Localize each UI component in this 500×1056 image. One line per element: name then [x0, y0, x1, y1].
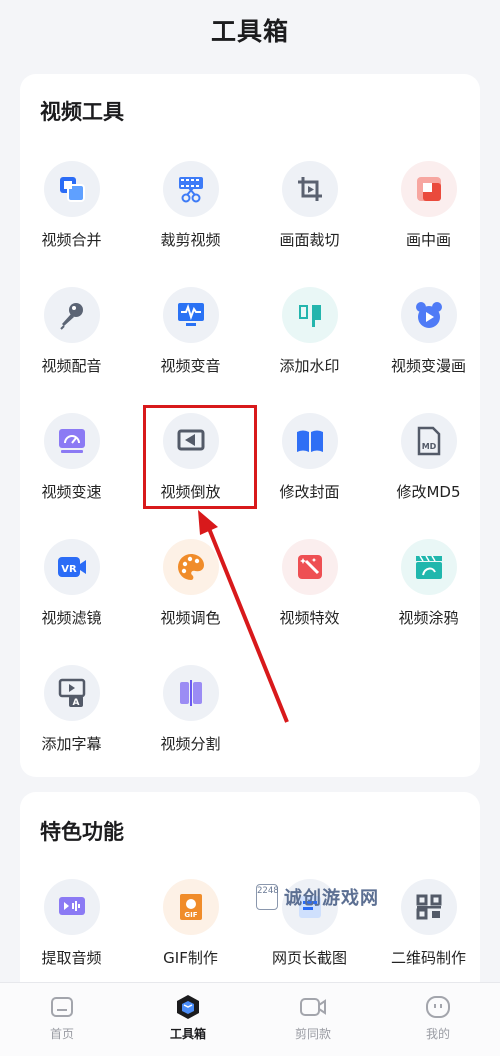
tool-video-merge[interactable]: 视频合并: [14, 156, 129, 266]
tool-label: 修改封面: [279, 483, 340, 501]
tab-template-edit[interactable]: 剪同款: [273, 993, 353, 1042]
book-icon: [281, 413, 338, 469]
bear-play-icon: [400, 287, 457, 343]
tool-filter[interactable]: VR 视频滤镜: [14, 534, 129, 644]
app-header: 工具箱: [0, 0, 500, 60]
vr-camera-icon: VR: [43, 539, 100, 595]
tool-voice-change[interactable]: 视频变音: [133, 282, 248, 392]
tool-graffiti[interactable]: 视频涂鸦: [371, 534, 486, 644]
video-camera-icon: [300, 998, 326, 1016]
merge-icon: [43, 161, 100, 217]
tool-split[interactable]: 视频分割: [133, 660, 248, 770]
toolbox-icon: [177, 995, 199, 1019]
tool-edit-cover[interactable]: 修改封面: [252, 408, 367, 518]
tool-video-to-comic[interactable]: 视频变漫画: [371, 282, 486, 392]
md-file-icon: MD: [400, 413, 457, 469]
tool-label: 视频变漫画: [390, 357, 466, 375]
tool-speed[interactable]: 视频变速: [14, 408, 129, 518]
tab-label: 首页: [49, 1027, 74, 1041]
tool-label: 视频合并: [41, 231, 102, 249]
tool-label: 裁剪视频: [160, 231, 221, 249]
tool-edit-md5[interactable]: MD 修改MD5: [371, 408, 486, 518]
tab-profile[interactable]: 我的: [398, 993, 478, 1042]
svg-text:A: A: [72, 698, 79, 708]
bottom-tab-bar: 首页 工具箱 剪同款 我的: [0, 982, 500, 1056]
palette-icon: [162, 539, 219, 595]
tool-subtitles[interactable]: A 添加字幕: [14, 660, 129, 770]
tool-label: 提取音频: [41, 949, 102, 967]
stamp-icon: [281, 287, 338, 343]
tab-label: 剪同款: [294, 1027, 331, 1041]
microphone-icon: [43, 287, 100, 343]
svg-text:GIF: GIF: [184, 911, 197, 919]
tool-extract-audio[interactable]: 提取音频: [14, 874, 129, 984]
magic-wand-icon: [281, 539, 338, 595]
tool-effects[interactable]: 视频特效: [252, 534, 367, 644]
split-icon: [162, 665, 219, 721]
profile-face-icon: [426, 996, 450, 1018]
tool-crop-frame[interactable]: 画面裁切: [252, 156, 367, 266]
tool-label: 二维码制作: [390, 949, 466, 967]
audio-extract-icon: [43, 879, 100, 935]
tool-label: 视频调色: [160, 609, 221, 627]
tool-label: 添加字幕: [41, 735, 102, 753]
special-features-title: 特色功能: [40, 820, 124, 844]
page-title: 工具箱: [210, 17, 289, 46]
video-tools-title: 视频工具: [40, 100, 124, 124]
tool-label: 视频配音: [41, 357, 102, 375]
svg-text:MD: MD: [421, 442, 436, 451]
subtitle-icon: A: [43, 665, 100, 721]
tool-label: 画面裁切: [279, 231, 340, 249]
qr-code-icon: [400, 879, 457, 935]
tool-label: 画中画: [405, 231, 451, 249]
crop-icon: [281, 161, 338, 217]
tool-label: 视频涂鸦: [398, 609, 459, 627]
tool-trim-video[interactable]: 裁剪视频: [133, 156, 248, 266]
tool-qr-code[interactable]: 二维码制作: [371, 874, 486, 984]
tool-label: 网页长截图: [271, 949, 347, 967]
film-scissors-icon: [162, 161, 219, 217]
svg-text:VR: VR: [61, 564, 77, 575]
tool-add-watermark[interactable]: 添加水印: [252, 282, 367, 392]
tool-gif-maker[interactable]: GIF GIF制作: [133, 874, 248, 984]
tool-voiceover[interactable]: 视频配音: [14, 282, 129, 392]
home-icon: [51, 997, 73, 1017]
tab-label: 我的: [425, 1027, 450, 1041]
highlight-box: [143, 405, 257, 509]
tool-label: 视频滤镜: [41, 609, 102, 627]
watermark-text: 诚创游戏网: [284, 888, 379, 909]
gif-icon: GIF: [162, 879, 219, 935]
tool-picture-in-picture[interactable]: 画中画: [371, 156, 486, 266]
tab-home[interactable]: 首页: [22, 993, 102, 1042]
tab-toolbox[interactable]: 工具箱: [148, 993, 228, 1042]
waveform-monitor-icon: [162, 287, 219, 343]
tool-label: 视频变音: [160, 357, 221, 375]
tool-label: 视频分割: [160, 735, 221, 753]
tool-label: 修改MD5: [396, 483, 461, 501]
picture-in-picture-icon: [400, 161, 457, 217]
tool-color-grade[interactable]: 视频调色: [133, 534, 248, 644]
speedometer-icon: [43, 413, 100, 469]
tool-label: 视频变速: [41, 483, 102, 501]
clapperboard-icon: [400, 539, 457, 595]
tab-label: 工具箱: [169, 1027, 206, 1041]
tool-label: GIF制作: [163, 949, 218, 967]
tool-label: 视频特效: [279, 609, 340, 627]
watermark: 2248 诚创游戏网: [256, 884, 379, 910]
watermark-logo: 2248: [256, 884, 279, 910]
tool-label: 添加水印: [279, 357, 340, 375]
